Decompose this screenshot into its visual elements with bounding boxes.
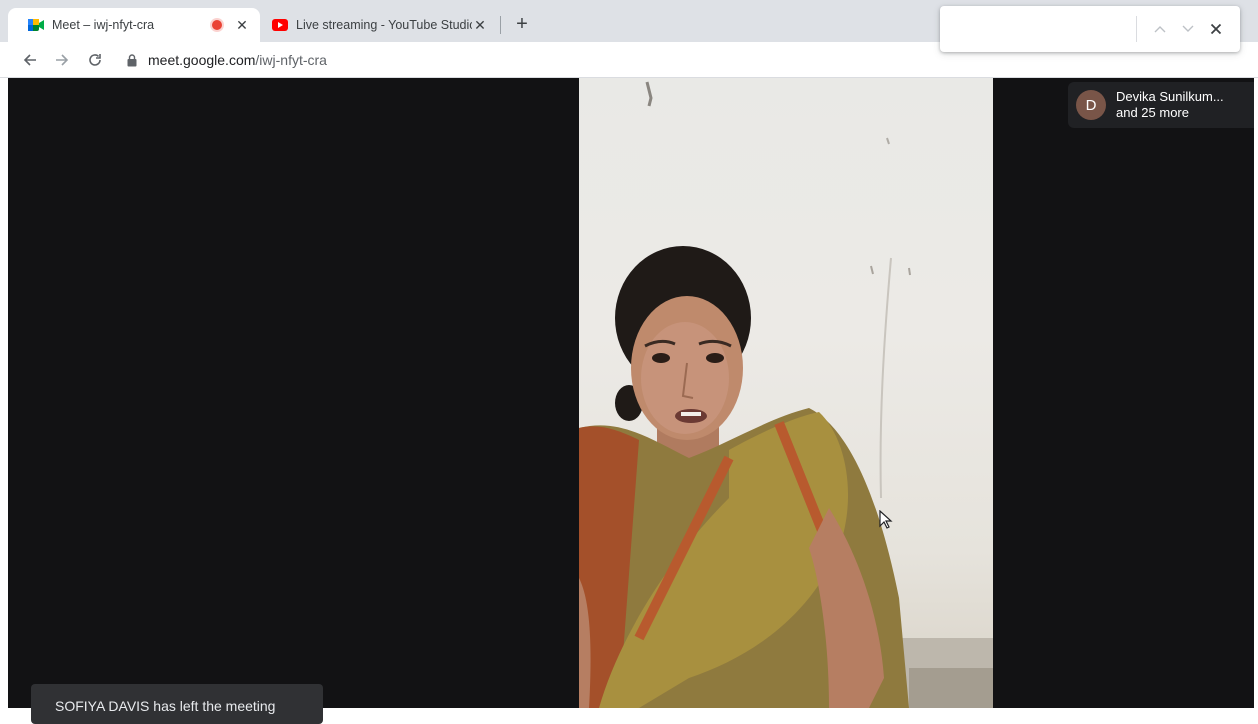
url-path: /iwj-nfyt-cra <box>255 52 327 68</box>
reload-icon <box>89 54 101 66</box>
find-separator <box>1136 16 1137 42</box>
chevron-up-icon <box>1154 26 1166 33</box>
find-bar <box>940 6 1240 52</box>
new-tab-button[interactable]: + <box>512 14 532 34</box>
reload-button[interactable] <box>85 50 105 70</box>
close-find-button[interactable] <box>1206 19 1226 39</box>
url-host: meet.google.com <box>148 52 256 68</box>
forward-button[interactable] <box>52 50 72 70</box>
chevron-down-icon <box>1182 25 1194 32</box>
participants-chip[interactable]: D Devika Sunilkum... and 25 more <box>1068 82 1254 128</box>
google-meet-icon <box>28 17 44 33</box>
meeting-stage: D Devika Sunilkum... and 25 more SOFIYA … <box>8 78 1254 724</box>
youtube-icon <box>272 17 288 33</box>
mouse-cursor-icon <box>879 510 893 529</box>
window-edge <box>1254 78 1258 708</box>
browser-chrome: Meet – iwj-nfyt-cra ✕ Live streaming - Y… <box>0 0 1258 78</box>
find-input[interactable] <box>948 14 1128 44</box>
arrow-right-icon <box>56 54 69 66</box>
arrow-left-icon <box>23 54 36 66</box>
recording-indicator-icon <box>212 20 222 30</box>
close-tab-button[interactable]: ✕ <box>234 17 250 33</box>
participant-video-feed <box>579 81 993 708</box>
tab-title: Meet – iwj-nfyt-cra <box>52 18 155 32</box>
close-icon <box>1210 23 1222 35</box>
left-meeting-toast: SOFIYA DAVIS has left the meeting <box>31 684 323 724</box>
tab-title: Live streaming - YouTube Studio <box>296 18 472 32</box>
participant-video-tile[interactable] <box>579 78 993 708</box>
avatar: D <box>1076 90 1106 120</box>
tab-meet[interactable]: Meet – iwj-nfyt-cra ✕ <box>8 8 260 42</box>
tab-separator <box>500 16 501 34</box>
participants-summary: Devika Sunilkum... and 25 more <box>1116 89 1224 121</box>
back-button[interactable] <box>20 50 40 70</box>
address-bar[interactable]: meet.google.com/iwj-nfyt-cra <box>126 49 586 71</box>
participant-more-count: and 25 more <box>1116 105 1189 120</box>
find-previous-button[interactable] <box>1150 19 1170 39</box>
close-tab-button[interactable]: ✕ <box>472 17 488 33</box>
tab-youtube-studio[interactable]: Live streaming - YouTube Studio ✕ <box>262 8 498 42</box>
participant-name: Devika Sunilkum... <box>1116 89 1224 104</box>
lock-icon[interactable] <box>126 53 138 67</box>
find-next-button[interactable] <box>1178 19 1198 39</box>
